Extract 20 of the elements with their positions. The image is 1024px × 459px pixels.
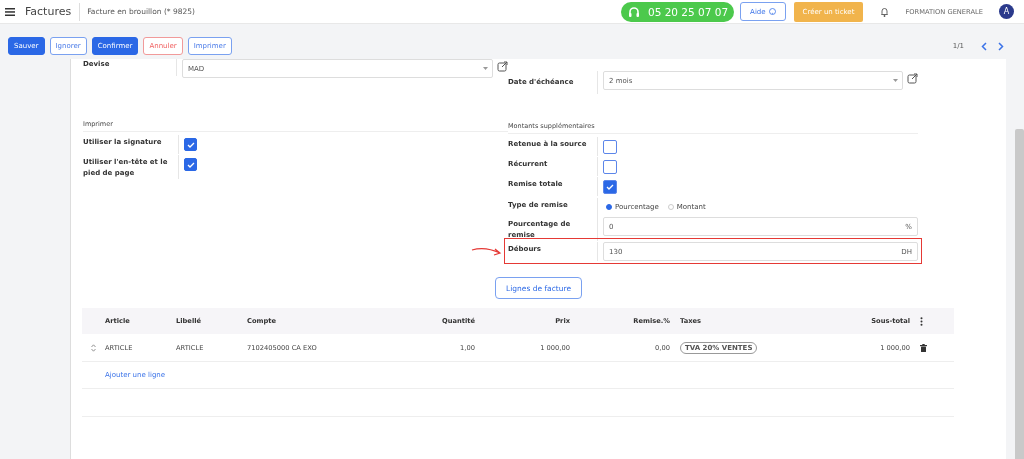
next-icon[interactable] <box>998 41 1004 51</box>
dropdown-caret-icon[interactable] <box>483 67 488 70</box>
check-icon[interactable] <box>606 183 614 190</box>
app-title[interactable]: Factures <box>25 5 72 18</box>
trash-icon[interactable] <box>920 343 927 352</box>
drag-handle-icon[interactable] <box>91 343 96 352</box>
bell-icon[interactable] <box>880 6 890 17</box>
radio-button[interactable] <box>606 204 612 210</box>
avatar[interactable]: A <box>999 4 1014 19</box>
more-options-icon[interactable] <box>920 316 923 326</box>
checkbox[interactable] <box>603 139 617 154</box>
scrollbar[interactable] <box>1015 129 1024 459</box>
external-link-icon[interactable] <box>907 73 918 84</box>
arrow-annotation[interactable] <box>471 246 503 258</box>
checkbox[interactable] <box>603 179 617 194</box>
external-link-icon[interactable] <box>497 61 508 72</box>
previous-icon[interactable] <box>981 41 987 51</box>
dropdown-caret-icon[interactable] <box>893 79 898 82</box>
checkbox[interactable] <box>603 159 617 174</box>
menu-icon[interactable] <box>5 7 15 16</box>
